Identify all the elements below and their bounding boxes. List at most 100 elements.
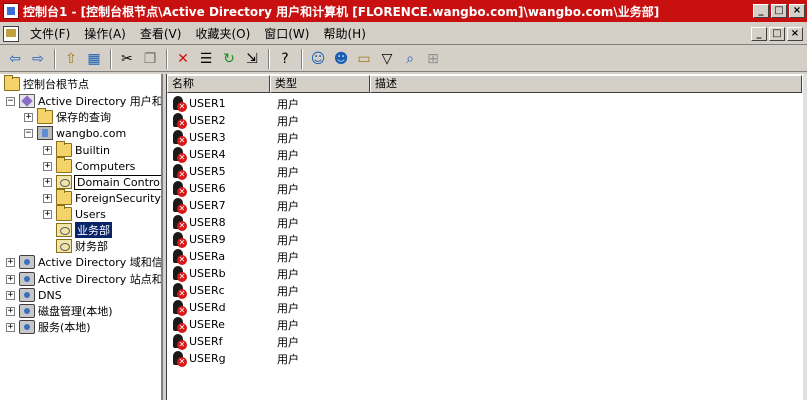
list-row[interactable]: USERf 用户 [167,333,377,350]
menu-file[interactable]: 文件(F) [23,25,77,43]
expand-icon[interactable]: + [43,161,52,171]
menu-action[interactable]: 操作(A) [77,25,133,43]
tree-node-services[interactable]: + 服务(本地) [6,319,91,335]
list-row[interactable]: USER1 用户 [167,95,377,112]
mmc-app-icon[interactable] [3,3,19,19]
expand-icon[interactable]: + [43,145,52,155]
row-type: 用户 [277,352,299,366]
sites-services-icon [19,272,35,286]
list-row[interactable]: USER9 用户 [167,231,377,248]
row-type: 用户 [277,148,299,162]
window-title: 控制台1 - [控制台根节点\Active Directory 用户和计算机 [… [23,4,660,19]
maximize-button[interactable]: □ [771,4,787,18]
find-icon[interactable]: ⌕ [399,49,421,69]
collapse-icon[interactable]: − [6,96,15,106]
expand-icon[interactable]: + [6,306,15,316]
tree-node-computers[interactable]: + Computers [43,157,135,174]
tree-node-fsp[interactable]: + ForeignSecurityPrincipals [43,189,161,206]
tree-node-ad-domains[interactable]: + Active Directory 域和信任关系 [6,254,161,270]
tree-node-ad-sites[interactable]: + Active Directory 站点和服务 [6,271,161,287]
expand-icon[interactable]: + [43,209,52,219]
expand-icon[interactable]: + [43,193,52,203]
disabled-user-icon [171,282,187,299]
cut-icon[interactable]: ✂ [116,49,138,69]
disabled-user-icon [171,299,187,316]
forward-icon[interactable]: ⇨ [27,49,49,69]
child-window-icon[interactable] [3,25,19,42]
console-tree-pane[interactable]: 控制台根节点 − Active Directory 用户和计算机 + 保存的查询… [0,74,163,400]
expand-icon[interactable]: + [6,290,15,300]
menu-help[interactable]: 帮助(H) [316,25,372,43]
list-row[interactable]: USERd 用户 [167,299,377,316]
add-to-group-icon[interactable]: ⊞ [422,49,444,69]
list-row[interactable]: USER6 用户 [167,180,377,197]
toolbar-separator [268,48,270,69]
menu-window[interactable]: 窗口(W) [257,25,316,43]
back-icon[interactable]: ⇦ [4,49,26,69]
menu-favorites[interactable]: 收藏夹(O) [188,25,257,43]
expand-icon[interactable]: + [43,177,52,187]
row-type: 用户 [277,284,299,298]
expand-icon[interactable]: + [6,274,15,284]
tree-node-saved-queries[interactable]: + 保存的查询 [24,108,111,125]
new-group-icon[interactable]: ☻ [330,49,352,69]
child-maximize-button[interactable]: □ [769,26,785,41]
copy-icon[interactable]: ❐ [139,49,161,69]
list-row[interactable]: USERe 用户 [167,316,377,333]
row-type: 用户 [277,199,299,213]
column-header-type[interactable]: 类型 [270,75,370,93]
list-row[interactable]: USER2 用户 [167,112,377,129]
domains-trusts-icon [19,255,35,269]
domain-icon [37,126,53,140]
list-row[interactable]: USERc 用户 [167,282,377,299]
new-ou-icon[interactable]: ▭ [353,49,375,69]
tree-node-disk[interactable]: + 磁盘管理(本地) [6,303,113,319]
tree-node-yewubu[interactable]: 业务部 [56,222,112,238]
folder-icon [4,75,20,91]
disabled-user-icon [171,248,187,265]
properties-icon[interactable]: ☰ [195,49,217,69]
delete-icon[interactable]: ✕ [172,49,194,69]
row-type: 用户 [277,267,299,281]
list-row[interactable]: USER7 用户 [167,197,377,214]
vertical-scrollbar[interactable] [803,74,807,400]
menu-bar: 文件(F) 操作(A) 查看(V) 收藏夹(O) 窗口(W) 帮助(H) _ □… [0,23,807,45]
list-row[interactable]: USERg 用户 [167,350,377,367]
expand-icon[interactable]: + [24,112,33,122]
menu-view[interactable]: 查看(V) [133,25,189,43]
show-tree-icon[interactable]: ▦ [83,49,105,69]
tree-node-aduc[interactable]: − Active Directory 用户和计算机 [6,93,161,109]
refresh-icon[interactable]: ↻ [218,49,240,69]
ou-icon [56,239,72,253]
child-close-button[interactable]: × [787,26,803,41]
export-icon[interactable]: ⇲ [241,49,263,69]
minimize-button[interactable]: _ [753,4,769,18]
column-header-name[interactable]: 名称 [167,75,270,93]
list-row[interactable]: USER8 用户 [167,214,377,231]
details-list-pane[interactable]: 名称 类型 描述 USER1用户USER2用户USER3用户USER4用户USE… [166,74,807,400]
tree-node-dns[interactable]: + DNS [6,287,62,303]
tree-node-caiwubu[interactable]: 财务部 [56,238,108,254]
tree-node-domain[interactable]: − wangbo.com [24,125,126,141]
expand-icon[interactable]: + [6,322,15,332]
close-button[interactable]: × [789,4,805,18]
list-row[interactable]: USERb 用户 [167,265,377,282]
expand-icon[interactable]: + [6,257,15,267]
help-icon[interactable]: ? [274,49,296,69]
row-name: USER6 [189,182,226,195]
tree-node-users[interactable]: + Users [43,205,106,222]
tree-node-domain-controllers[interactable]: + Domain Controllers [43,174,161,190]
column-header-description[interactable]: 描述 [370,75,802,93]
row-name: USER3 [189,131,226,144]
list-row[interactable]: USER3 用户 [167,129,377,146]
child-minimize-button[interactable]: _ [751,26,767,41]
collapse-icon[interactable]: − [24,128,33,138]
filter-icon[interactable]: ▽ [376,49,398,69]
tree-node-builtin[interactable]: + Builtin [43,141,110,158]
new-user-icon[interactable]: ☺ [307,49,329,69]
up-folder-icon[interactable]: ⇧ [60,49,82,69]
list-row[interactable]: USER4 用户 [167,146,377,163]
tree-node-root[interactable]: 控制台根节点 [4,75,89,92]
list-row[interactable]: USERa 用户 [167,248,377,265]
list-row[interactable]: USER5 用户 [167,163,377,180]
